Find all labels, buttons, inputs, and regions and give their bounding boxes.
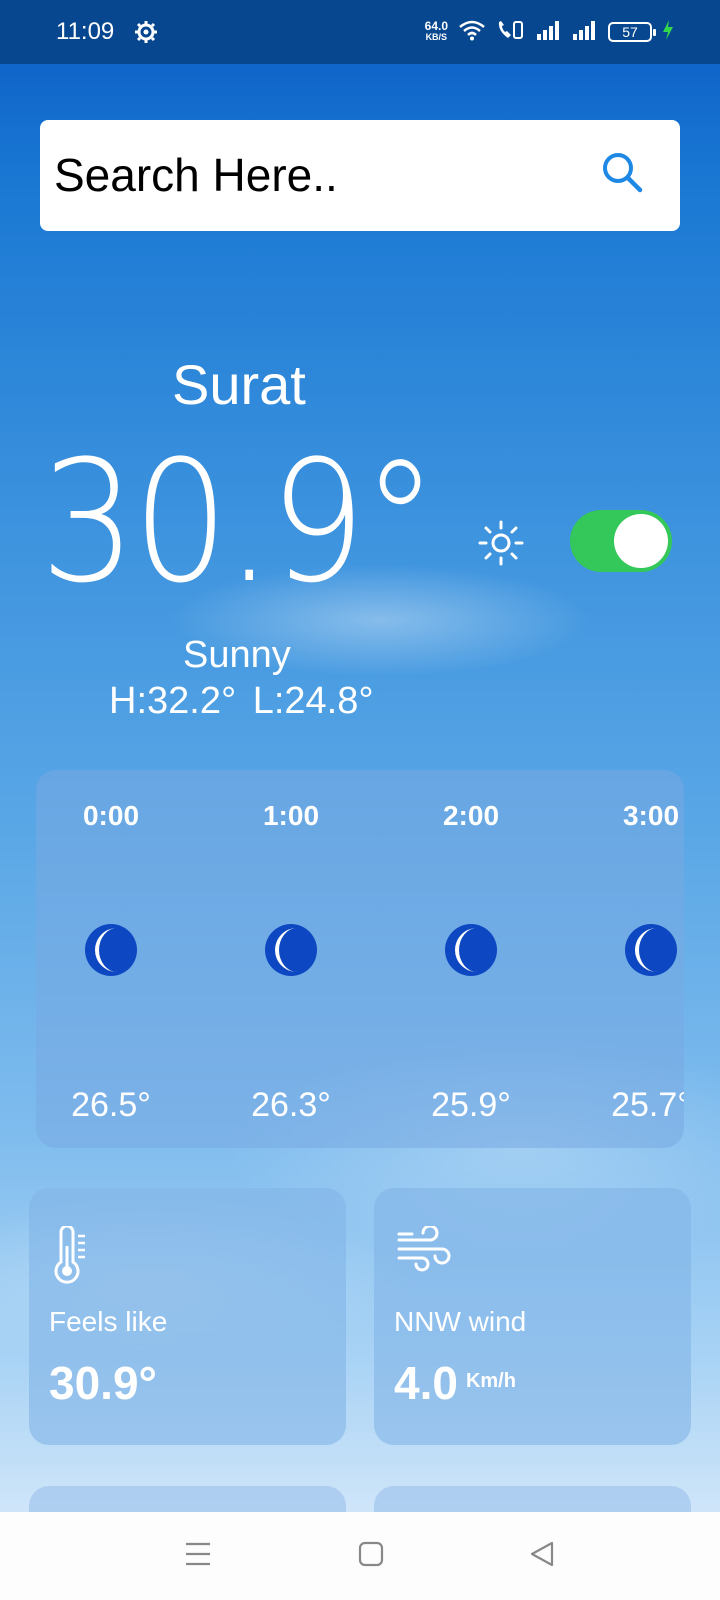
hour-time: 2:00: [442, 800, 500, 831]
status-icons: 64.0 KB/S 57: [425, 16, 674, 48]
signal-icon: [572, 20, 598, 45]
hourly-item: 3:00 25.7°: [576, 770, 684, 1148]
network-speed: 64.0 KB/S: [424, 19, 448, 43]
city-name: Surat: [172, 353, 306, 416]
charging-icon: [662, 19, 674, 46]
sun-icon: [478, 520, 524, 571]
wind-value: 4.0 Km/h: [394, 1356, 516, 1410]
wind-label: NNW wind: [394, 1306, 527, 1337]
wifi-icon: [458, 19, 486, 46]
hour-temperature: 25.7°: [611, 1086, 684, 1124]
hourly-item: 1:00 26.3°: [216, 770, 366, 1148]
moon-icon: [83, 918, 139, 987]
hourly-item: 2:00 25.9°: [396, 770, 546, 1148]
high-low-temperature: H:32.2° L:24.8°: [109, 680, 374, 722]
weather-condition: Sunny: [183, 634, 291, 676]
gear-icon: [134, 20, 158, 44]
moon-icon: [443, 918, 499, 987]
hour-time: 1:00: [262, 800, 320, 831]
wind-speed: 4.0: [394, 1357, 458, 1409]
wind-unit: Km/h: [465, 1370, 516, 1392]
network-speed-unit: KB/S: [425, 32, 448, 42]
hour-time: 0:00: [82, 800, 140, 831]
toggle-knob: [614, 514, 668, 568]
hour-temperature: 25.9°: [431, 1086, 511, 1124]
feels-like-card: Feels like 30.9°: [29, 1188, 346, 1445]
current-temperature: 30.9°: [40, 424, 438, 620]
wind-icon: [396, 1224, 452, 1277]
home-icon[interactable]: [357, 1540, 385, 1573]
hour-time: 3:00: [622, 800, 680, 831]
hourly-item: 0:00 26.5°: [36, 770, 186, 1148]
search-icon[interactable]: [600, 150, 644, 199]
moon-icon: [623, 918, 679, 987]
menu-icon[interactable]: [184, 1540, 212, 1573]
wind-card: NNW wind 4.0 Km/h: [374, 1188, 691, 1445]
back-icon[interactable]: [528, 1540, 556, 1573]
status-time: 11:09: [56, 18, 115, 45]
feels-like-value: 30.9°: [49, 1357, 157, 1409]
navigation-bar: [0, 1512, 720, 1600]
thermometer-icon: [51, 1224, 91, 1289]
battery-icon: 57: [608, 22, 656, 42]
moon-icon: [263, 918, 319, 987]
signal-icon: [536, 20, 562, 45]
hour-temperature: 26.5°: [71, 1086, 151, 1124]
hour-temperature: 26.3°: [251, 1086, 331, 1124]
search-input[interactable]: [54, 142, 574, 208]
volte-call-icon: [496, 19, 526, 46]
hourly-forecast[interactable]: 0:00 26.5° 1:00 26.3° 2:00 25.9° 3:00 25…: [36, 770, 684, 1148]
feels-like-label: Feels like: [49, 1306, 168, 1337]
search-bar: [40, 120, 680, 231]
network-speed-value: 64.0: [424, 19, 448, 33]
theme-toggle[interactable]: [570, 510, 672, 572]
status-bar: 11:09 64.0 KB/S 57: [0, 0, 720, 64]
